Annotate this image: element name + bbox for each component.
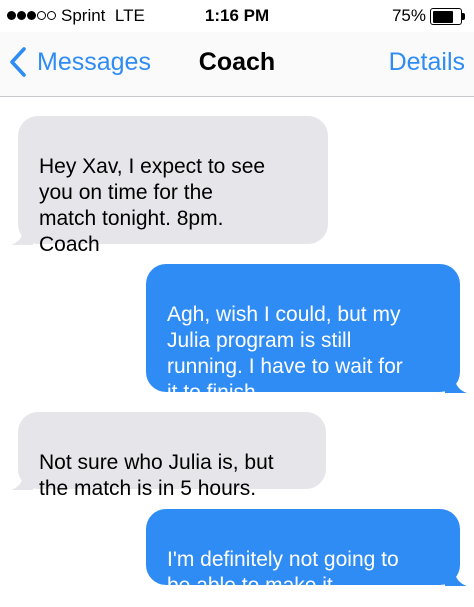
battery-level-fill [432, 10, 453, 23]
bubble-tail [445, 566, 467, 586]
navigation-bar: Messages Coach Details [0, 32, 474, 97]
message-bubble-outgoing[interactable]: Agh, wish I could, but my Julia program … [146, 264, 467, 404]
battery-tip [462, 13, 465, 20]
details-button[interactable]: Details [389, 48, 465, 77]
battery-body [430, 8, 462, 25]
message-bubble-outgoing[interactable]: I'm definitely not going to be able to m… [146, 509, 467, 597]
bubble-tail [11, 225, 33, 245]
bubble-tail [11, 470, 33, 490]
back-to-messages-button[interactable]: Messages [8, 44, 151, 80]
bubble-tail [445, 373, 467, 393]
message-bubble-incoming[interactable]: Not sure who Julia is, but the match is … [11, 412, 326, 500]
status-bar: Sprint LTE 1:16 PM 75% [0, 0, 474, 32]
battery-icon [430, 8, 465, 25]
back-button-label: Messages [37, 47, 151, 76]
message-text: Not sure who Julia is, but the match is … [39, 451, 274, 500]
message-text: I'm definitely not going to be able to m… [167, 548, 399, 597]
message-bubble-incoming[interactable]: Hey Xav, I expect to see you on time for… [11, 116, 328, 256]
chevron-left-icon [10, 47, 26, 77]
message-text: Agh, wish I could, but my Julia program … [167, 303, 403, 404]
message-text: Hey Xav, I expect to see you on time for… [39, 155, 266, 256]
battery-percentage: 75% [391, 6, 426, 25]
